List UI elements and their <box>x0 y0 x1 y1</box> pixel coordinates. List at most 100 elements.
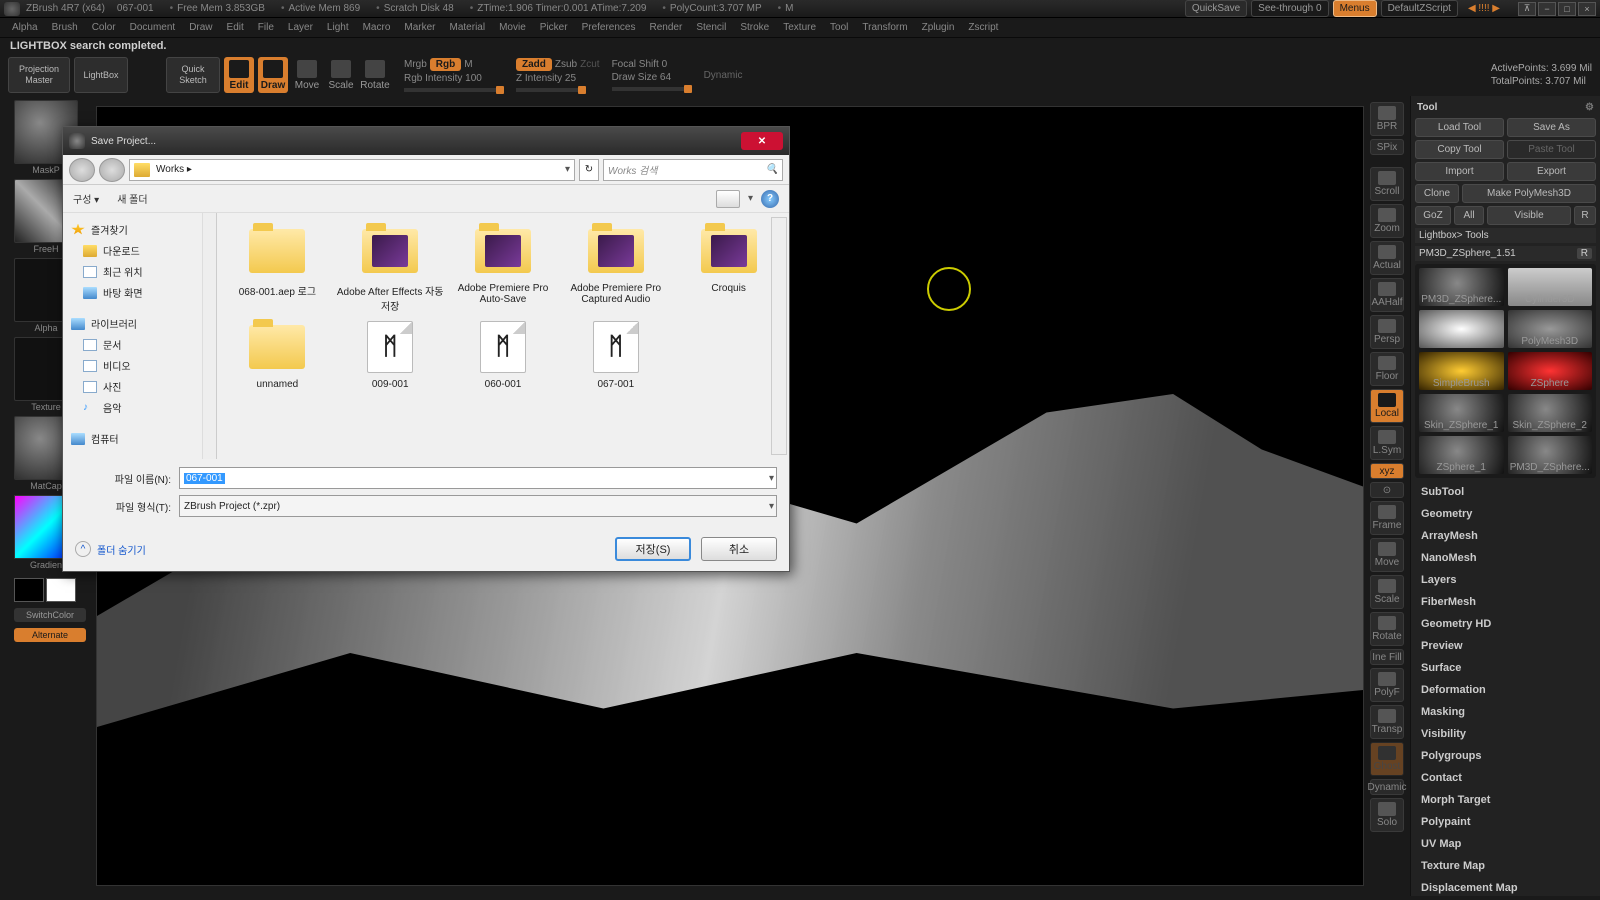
window-max-icon[interactable]: □ <box>1558 2 1576 16</box>
aahalf-button[interactable]: AAHalf <box>1370 278 1404 312</box>
spix-button[interactable]: SPix <box>1370 139 1404 155</box>
refresh-button[interactable]: ↻ <box>579 159 599 181</box>
section-geometry[interactable]: Geometry <box>1415 503 1596 525</box>
menu-brush[interactable]: Brush <box>52 22 78 33</box>
menu-layer[interactable]: Layer <box>288 22 313 33</box>
computer-header[interactable]: 컴퓨터 <box>63 428 202 449</box>
move-view-button[interactable]: Move <box>1370 538 1404 572</box>
gear-icon[interactable]: ⚙ <box>1585 102 1594 113</box>
tool-thumb[interactable]: Skin_ZSphere_2 <box>1508 394 1593 432</box>
window-close-icon[interactable]: × <box>1578 2 1596 16</box>
section-deformation[interactable]: Deformation <box>1415 679 1596 701</box>
section-subtool[interactable]: SubTool <box>1415 481 1596 503</box>
edit-mode-button[interactable]: Edit <box>224 57 254 93</box>
file-scrollbar[interactable] <box>771 217 787 455</box>
secondary-swatch[interactable] <box>14 578 44 602</box>
nav-back-button[interactable] <box>69 158 95 182</box>
section-displacement-map[interactable]: Displacement Map <box>1415 877 1596 896</box>
menu-transform[interactable]: Transform <box>862 22 907 33</box>
goz-button[interactable]: GoZ <box>1415 206 1451 225</box>
menu-zscript[interactable]: Zscript <box>968 22 998 33</box>
frame-button[interactable]: Frame <box>1370 501 1404 535</box>
cancel-button[interactable]: 취소 <box>701 537 777 561</box>
dynamic-view-button[interactable]: Dynamic <box>1370 779 1404 795</box>
dialog-titlebar[interactable]: Save Project... ✕ <box>63 127 789 155</box>
menu-stencil[interactable]: Stencil <box>696 22 726 33</box>
hide-folders-toggle[interactable]: ^폴더 숨기기 <box>75 541 146 557</box>
tool-thumb[interactable]: PM3D_ZSphere... <box>1508 436 1593 474</box>
section-morph-target[interactable]: Morph Target <box>1415 789 1596 811</box>
tool-thumb[interactable]: ZSphere <box>1508 352 1593 390</box>
sidebar-scrollbar[interactable] <box>203 213 217 459</box>
view-mode-button[interactable] <box>716 190 740 208</box>
persp-button[interactable]: Persp <box>1370 315 1404 349</box>
zadd-toggle[interactable]: Zadd <box>516 58 552 71</box>
load-tool-button[interactable]: Load Tool <box>1415 118 1504 137</box>
m-toggle[interactable]: M <box>464 59 472 70</box>
section-geometry-hd[interactable]: Geometry HD <box>1415 613 1596 635</box>
bpr-button[interactable]: BPR <box>1370 102 1404 136</box>
quicksketch-button[interactable]: Quick Sketch <box>166 57 220 93</box>
section-contact[interactable]: Contact <box>1415 767 1596 789</box>
menu-texture[interactable]: Texture <box>783 22 816 33</box>
zsub-toggle[interactable]: Zsub <box>555 59 577 70</box>
section-preview[interactable]: Preview <box>1415 635 1596 657</box>
menus-button[interactable]: Menus <box>1333 0 1377 17</box>
address-bar[interactable]: Works ▸▾ <box>129 159 575 181</box>
mrgb-toggle[interactable]: Mrgb <box>404 59 427 70</box>
xyz-button[interactable]: xyz <box>1370 463 1404 479</box>
menu-preferences[interactable]: Preferences <box>582 22 636 33</box>
menu-draw[interactable]: Draw <box>189 22 212 33</box>
window-min-icon[interactable]: − <box>1538 2 1556 16</box>
make-polymesh-button[interactable]: Make PolyMesh3D <box>1462 184 1596 203</box>
menu-color[interactable]: Color <box>92 22 116 33</box>
goz-visible-button[interactable]: Visible <box>1487 206 1571 225</box>
menu-picker[interactable]: Picker <box>540 22 568 33</box>
sidebar-pictures[interactable]: 사진 <box>63 376 202 397</box>
menu-movie[interactable]: Movie <box>499 22 526 33</box>
section-layers[interactable]: Layers <box>1415 569 1596 591</box>
menu-file[interactable]: File <box>258 22 274 33</box>
seethrough-slider[interactable]: See-through 0 <box>1251 0 1328 17</box>
filetype-select[interactable]: ZBrush Project (*.zpr)▾ <box>179 495 777 517</box>
search-input[interactable]: Works 검색🔍 <box>603 159 783 181</box>
rgb-intensity-slider[interactable]: Rgb Intensity 100 <box>404 73 504 84</box>
inefill-button[interactable]: Ine Fill <box>1370 649 1404 665</box>
tool-breadcrumb[interactable]: Lightbox> Tools <box>1415 228 1596 243</box>
polyf-button[interactable]: PolyF <box>1370 668 1404 702</box>
draw-size-slider[interactable]: Draw Size 64 <box>612 72 692 83</box>
help-icon[interactable]: ? <box>761 190 779 208</box>
menu-tool[interactable]: Tool <box>830 22 848 33</box>
section-arraymesh[interactable]: ArrayMesh <box>1415 525 1596 547</box>
sidebar-documents[interactable]: 문서 <box>63 334 202 355</box>
section-surface[interactable]: Surface <box>1415 657 1596 679</box>
menu-render[interactable]: Render <box>650 22 683 33</box>
section-visibility[interactable]: Visibility <box>1415 723 1596 745</box>
z-intensity-slider[interactable]: Z Intensity 25 <box>516 73 600 84</box>
switchcolor-button[interactable]: SwitchColor <box>14 608 86 622</box>
favorites-header[interactable]: 즐겨찾기 <box>63 219 202 240</box>
sidebar-recent[interactable]: 최근 위치 <box>63 261 202 282</box>
dialog-close-button[interactable]: ✕ <box>741 132 783 150</box>
newfolder-button[interactable]: 새 폴더 <box>117 191 147 206</box>
copy-tool-button[interactable]: Copy Tool <box>1415 140 1504 159</box>
primary-swatch[interactable] <box>46 578 76 602</box>
tool-thumb[interactable] <box>1419 310 1504 348</box>
lsym-button[interactable]: L.Sym <box>1370 426 1404 460</box>
file-item[interactable]: unnamed <box>223 319 332 390</box>
quicksave-button[interactable]: QuickSave <box>1185 0 1247 17</box>
scale-mode-button[interactable]: Scale <box>326 57 356 93</box>
nav-fwd-button[interactable] <box>99 158 125 182</box>
goz-r-button[interactable]: R <box>1574 206 1596 225</box>
window-pin-icon[interactable]: ⊼ <box>1518 2 1536 16</box>
tool-thumb[interactable]: Cylinder3D <box>1508 268 1593 306</box>
tool-thumb[interactable]: PM3D_ZSphere... <box>1419 268 1504 306</box>
menu-zplugin[interactable]: Zplugin <box>922 22 955 33</box>
section-uv-map[interactable]: UV Map <box>1415 833 1596 855</box>
alternate-button[interactable]: Alternate <box>14 628 86 642</box>
rotate-view-button[interactable]: Rotate <box>1370 612 1404 646</box>
save-as-button[interactable]: Save As <box>1507 118 1596 137</box>
zcut-toggle[interactable]: Zcut <box>580 59 599 70</box>
section-polygroups[interactable]: Polygroups <box>1415 745 1596 767</box>
menu-stroke[interactable]: Stroke <box>740 22 769 33</box>
